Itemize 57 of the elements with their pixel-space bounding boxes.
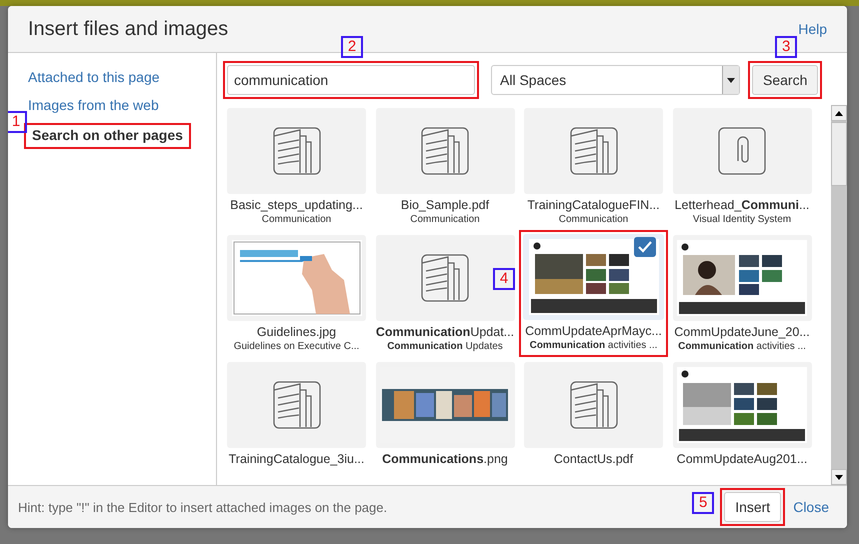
document-icon <box>272 127 320 175</box>
file-thumbnail[interactable] <box>523 234 664 320</box>
file-thumbnail[interactable] <box>227 362 366 448</box>
file-thumbnail[interactable] <box>524 108 663 194</box>
scroll-down-button[interactable] <box>831 469 847 485</box>
file-name: Communications.png <box>381 452 509 467</box>
sidebar-link[interactable]: Images from the web <box>24 95 163 115</box>
step-number: 2 <box>341 36 363 58</box>
file-name: Letterhead_Communi... <box>674 198 810 213</box>
document-icon <box>421 254 469 302</box>
caret-icon <box>727 78 735 82</box>
step-number: 4 <box>493 268 515 290</box>
document-icon <box>421 127 469 175</box>
scrollbar-thumb[interactable] <box>831 122 847 186</box>
help-link[interactable]: Help <box>798 21 827 37</box>
document-icon <box>570 127 618 175</box>
file-name: TrainingCatalogueFIN... <box>526 198 661 213</box>
space-dropdown[interactable]: All Spaces <box>491 65 740 95</box>
file-thumbnail[interactable] <box>524 362 663 448</box>
file-name: Bio_Sample.pdf <box>400 198 490 213</box>
down-arrow-icon <box>835 474 843 480</box>
step-number: 5 <box>692 492 714 514</box>
file-thumbnail[interactable] <box>376 108 514 194</box>
file-location: Communication activities ... <box>528 339 658 352</box>
paperclip-icon <box>718 127 766 175</box>
file-thumbnail[interactable] <box>227 108 366 194</box>
file-name: CommUpdateAprMayc... <box>524 324 663 339</box>
search-field[interactable]: communication <box>227 65 475 95</box>
file-name: Guidelines.jpg <box>256 325 338 340</box>
step-number: 1 <box>8 111 27 133</box>
file-location: Communication <box>558 213 630 226</box>
step-number: 3 <box>775 36 798 58</box>
insert-button[interactable]: Insert <box>724 492 782 522</box>
sidebar-link[interactable]: Attached to this page <box>24 67 164 87</box>
document-icon <box>272 381 320 429</box>
scroll-up-button[interactable] <box>831 105 847 121</box>
dialog-title: Insert files and images <box>28 18 228 40</box>
hint-text: Hint: type "!" in the Editor to insert attached images on the page. <box>18 500 388 514</box>
search-button[interactable]: Search <box>752 65 818 95</box>
close-link[interactable]: Close <box>793 499 829 515</box>
file-location: Visual Identity System <box>692 213 792 226</box>
file-location: Communication activities ... <box>677 340 807 353</box>
file-name: CommUpdateJune_20... <box>673 325 811 340</box>
file-location: Communication <box>409 213 481 226</box>
document-icon <box>570 381 618 429</box>
file-name: Basic_steps_updating... <box>229 198 364 213</box>
file-location: Communication <box>260 213 332 226</box>
sidebar-link[interactable]: Search on other pages <box>28 125 187 145</box>
file-name: CommunicationUpdat... <box>376 325 514 340</box>
up-arrow-icon <box>835 110 843 116</box>
file-location: Communication Updates <box>386 340 504 353</box>
file-name: TrainingCatalogue_3iu... <box>228 452 366 467</box>
file-thumbnail[interactable] <box>672 108 812 194</box>
file-name: ContactUs.pdf <box>552 452 634 467</box>
file-location: Guidelines on Executive C... <box>232 340 360 353</box>
file-name: CommUpdateAug201... <box>676 452 808 467</box>
file-thumbnail[interactable] <box>376 235 514 321</box>
